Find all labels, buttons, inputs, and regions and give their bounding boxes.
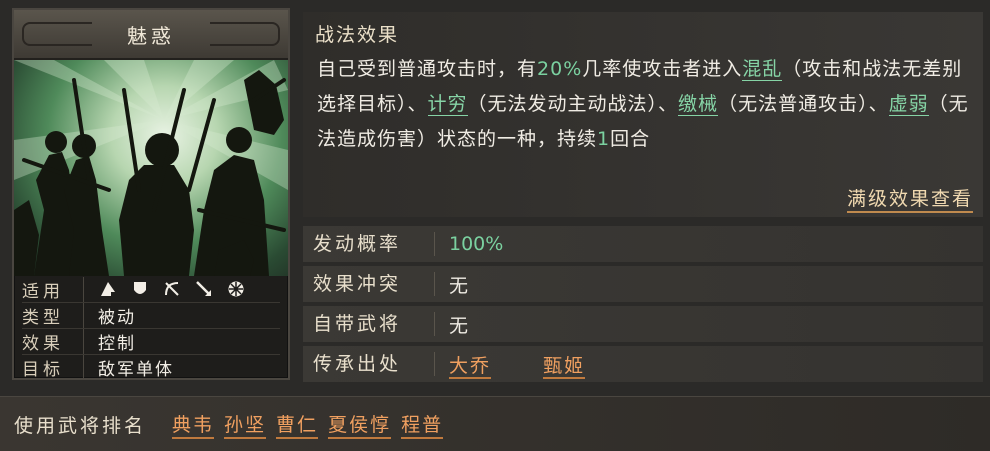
stat-key: 效果冲突 bbox=[303, 272, 435, 296]
stat-row-inherit-source: 传承出处 大乔 甄姬 bbox=[303, 346, 983, 382]
effect-description: 自己受到普通攻击时，有20%几率使攻击者进入混乱（攻击和战法无差别选择目标）、计… bbox=[317, 52, 977, 157]
stat-value: 无 bbox=[449, 274, 469, 297]
inherit-source-link[interactable]: 大乔 bbox=[449, 354, 492, 379]
wheel-icon bbox=[226, 279, 246, 299]
info-row-troops: 适用 bbox=[22, 276, 280, 302]
info-row-target: 目标 敌军单体 bbox=[22, 354, 280, 380]
effect-panel: 战法效果 自己受到普通攻击时，有20%几率使攻击者进入混乱（攻击和战法无差别选择… bbox=[303, 12, 983, 217]
general-link[interactable]: 曹仁 bbox=[276, 410, 319, 439]
info-row-type: 类型 被动 bbox=[22, 302, 280, 328]
info-key: 效果 bbox=[22, 329, 84, 354]
stat-row-trigger-rate: 发动概率 100% bbox=[303, 226, 983, 262]
info-value: 敌军单体 bbox=[98, 360, 174, 380]
info-key: 适用 bbox=[22, 276, 84, 302]
effect-text: （无法发动主动战法）、 bbox=[467, 93, 679, 115]
bow-icon bbox=[162, 279, 182, 299]
skill-name: 魅惑 bbox=[127, 23, 175, 48]
inherit-sources: 大乔 甄姬 bbox=[435, 351, 631, 379]
skill-info-list: 适用 类型 被动 效果 控制 目标 敌军单体 bbox=[14, 272, 288, 384]
general-link[interactable]: 典韦 bbox=[172, 410, 215, 439]
stat-value: 100% bbox=[449, 233, 504, 255]
skill-title-bar: 魅惑 bbox=[14, 10, 288, 60]
skill-artwork bbox=[14, 60, 288, 276]
info-key: 类型 bbox=[22, 303, 84, 328]
info-value: 控制 bbox=[98, 334, 136, 354]
info-key: 目标 bbox=[22, 355, 84, 380]
status-weak-link[interactable]: 虚弱 bbox=[888, 93, 929, 116]
full-level-effect-button[interactable]: 满级效果查看 bbox=[846, 184, 973, 213]
shield-icon bbox=[130, 279, 150, 299]
stat-key: 发动概率 bbox=[303, 232, 435, 256]
effect-turns: 1 bbox=[597, 128, 611, 150]
effect-chance: 20% bbox=[537, 58, 583, 80]
cavalry-icon bbox=[98, 279, 118, 299]
title-ornament-right bbox=[210, 22, 280, 46]
stat-row-conflict: 效果冲突 无 bbox=[303, 266, 983, 302]
effect-text: （无法普通攻击）、 bbox=[718, 93, 889, 115]
stat-key: 传承出处 bbox=[303, 352, 435, 376]
general-link[interactable]: 夏侯惇 bbox=[328, 410, 392, 439]
effect-text: 自己受到普通攻击时，有 bbox=[317, 58, 538, 80]
status-chaos-link[interactable]: 混乱 bbox=[742, 58, 783, 81]
general-link[interactable]: 孙坚 bbox=[224, 410, 267, 439]
status-exhausted-link[interactable]: 计穷 bbox=[427, 93, 468, 116]
user-ranking-bar: 使用武将排名 典韦 孙坚 曹仁 夏侯惇 程普 bbox=[0, 396, 990, 451]
stat-key: 自带武将 bbox=[303, 312, 435, 336]
spear-icon bbox=[194, 279, 214, 299]
info-value: 被动 bbox=[98, 308, 136, 328]
inherit-source-link[interactable]: 甄姬 bbox=[543, 354, 586, 379]
stat-value: 无 bbox=[449, 314, 469, 337]
effect-heading: 战法效果 bbox=[315, 24, 400, 46]
title-ornament-left bbox=[22, 22, 92, 46]
user-ranking-label: 使用武将排名 bbox=[14, 414, 147, 437]
general-link[interactable]: 程普 bbox=[401, 410, 444, 439]
status-disarm-link[interactable]: 缴械 bbox=[678, 93, 719, 116]
info-row-effect: 效果 控制 bbox=[22, 328, 280, 354]
stat-row-innate-general: 自带武将 无 bbox=[303, 306, 983, 342]
effect-text: 回合 bbox=[610, 128, 651, 150]
troop-types bbox=[98, 279, 246, 299]
effect-text: 几率使攻击者进入 bbox=[582, 58, 743, 80]
skill-card: 魅惑 适用 类型 被动 效果 控制 目标 敌军单体 bbox=[12, 8, 290, 380]
